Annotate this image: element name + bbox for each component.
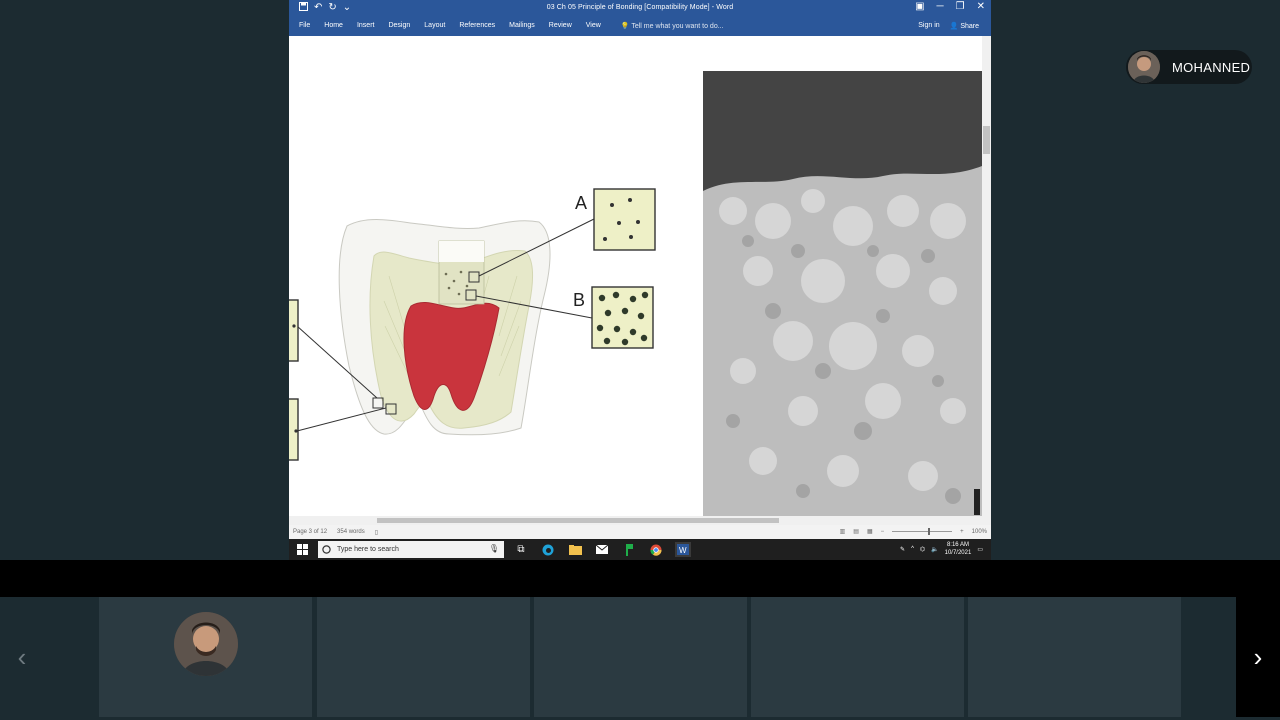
tab-view[interactable]: View [586, 22, 601, 30]
tooth-cross-section-figure: A B [289, 188, 656, 461]
zoom-in-icon[interactable]: + [960, 529, 964, 535]
restore-icon[interactable]: ❐ [956, 1, 965, 12]
status-bar: Page 3 of 12 354 words ▯ ▥ ▤ ▦ − + 100% [289, 525, 991, 539]
tab-insert[interactable]: Insert [357, 22, 375, 30]
tell-me-text: Tell me what you want to do... [631, 23, 724, 30]
chevron-left-icon[interactable]: ‹ [0, 597, 44, 717]
zoom-out-icon[interactable]: − [881, 529, 885, 535]
strip-separator [0, 560, 1280, 597]
figure-label-a: A [575, 193, 587, 213]
participant-tile[interactable] [751, 597, 964, 717]
participant-name: MOHANNED [1172, 60, 1251, 75]
zoom-slider[interactable] [892, 528, 953, 535]
window-controls: ▣ ─ ❐ ✕ [915, 1, 985, 12]
window-title: 03 Ch 05 Principle of Bonding [Compatibi… [546, 4, 734, 11]
system-tray: ✎ ^ ⌬ 🔈 8:16 AM 10/7/2021 ▭ [900, 541, 983, 557]
taskbar-search-box[interactable]: Type here to search 🎙 [318, 541, 504, 558]
share-label: Share [960, 23, 979, 30]
document-page[interactable]: A B [289, 36, 982, 516]
horizontal-scrollbar[interactable] [289, 516, 991, 525]
mail-icon[interactable] [594, 542, 610, 557]
participant-strip: ‹ › [0, 597, 1280, 720]
sem-micrograph-image [703, 71, 982, 516]
tab-file[interactable]: File [299, 22, 310, 30]
taskbar-search-placeholder: Type here to search [337, 546, 399, 553]
horizontal-scroll-thumb[interactable] [377, 518, 779, 523]
participant-tile[interactable] [534, 597, 747, 717]
web-layout-icon[interactable]: ▦ [867, 528, 873, 535]
network-icon[interactable]: ⌬ [920, 546, 925, 553]
cortana-circle-icon [322, 545, 331, 554]
person-icon: 👤 [949, 23, 959, 30]
tab-layout[interactable]: Layout [424, 22, 445, 30]
zoom-level[interactable]: 100% [972, 529, 987, 535]
notification-icon[interactable]: ▭ [977, 546, 983, 553]
volume-icon[interactable]: 🔈 [931, 546, 938, 553]
share-button[interactable]: 👤 Share [950, 22, 979, 30]
tab-review[interactable]: Review [549, 22, 572, 30]
tab-mailings[interactable]: Mailings [509, 22, 535, 30]
windows-start-icon[interactable] [297, 544, 308, 555]
figure-label-b: B [573, 290, 585, 310]
screen-share-area: ↶ ↻ ⌄ 03 Ch 05 Principle of Bonding [Com… [0, 0, 1280, 560]
ribbon-display-options-icon[interactable]: ▣ [915, 1, 924, 12]
read-mode-icon[interactable]: ▥ [840, 528, 846, 535]
minimize-icon[interactable]: ─ [937, 1, 944, 12]
title-bar: ↶ ↻ ⌄ 03 Ch 05 Principle of Bonding [Com… [289, 0, 991, 18]
sign-in-link[interactable]: Sign in [918, 22, 939, 30]
task-view-icon[interactable]: ⧉ [513, 542, 529, 557]
chevron-right-icon[interactable]: › [1236, 597, 1280, 717]
tell-me-box[interactable]: 💡 Tell me what you want to do... [621, 22, 724, 30]
ribbon-tab-bar: File Home Insert Design Layout Reference… [289, 18, 991, 36]
lightbulb-icon: 💡 [620, 23, 630, 30]
green-app-icon[interactable] [621, 542, 637, 557]
print-layout-icon[interactable]: ▤ [853, 528, 859, 535]
edge-icon[interactable] [540, 542, 556, 557]
taskbar-clock[interactable]: 8:16 AM 10/7/2021 [945, 541, 972, 557]
vertical-scrollbar[interactable] [982, 36, 991, 516]
proofing-icon[interactable]: ▯ [375, 529, 378, 536]
avatar [174, 612, 238, 676]
word-window: ↶ ↻ ⌄ 03 Ch 05 Principle of Bonding [Com… [289, 0, 991, 560]
file-explorer-icon[interactable] [567, 542, 583, 557]
tab-design[interactable]: Design [388, 22, 410, 30]
chrome-icon[interactable] [648, 542, 664, 557]
participant-tile[interactable] [968, 597, 1181, 717]
clock-time: 8:16 AM [946, 542, 969, 548]
tab-home[interactable]: Home [324, 22, 343, 30]
word-count[interactable]: 354 words [337, 529, 365, 536]
avatar [1128, 51, 1160, 83]
svg-text:W: W [679, 546, 687, 555]
windows-taskbar: Type here to search 🎙 ⧉ W ✎ ^ ⌬ 🔈 8:16 A… [289, 539, 991, 560]
page-count[interactable]: Page 3 of 12 [293, 529, 327, 536]
active-speaker-pill: MOHANNED [1126, 50, 1252, 84]
vertical-scroll-thumb[interactable] [983, 126, 990, 154]
word-app-icon[interactable]: W [675, 542, 691, 557]
microphone-icon[interactable]: 🎙 [489, 544, 499, 553]
tab-references[interactable]: References [459, 22, 495, 30]
participant-tile[interactable] [99, 597, 312, 717]
pen-icon[interactable]: ✎ [900, 546, 905, 553]
participant-tile[interactable] [317, 597, 530, 717]
clock-date: 10/7/2021 [944, 550, 972, 556]
close-icon[interactable]: ✕ [977, 1, 985, 12]
show-hidden-icons[interactable]: ^ [911, 546, 914, 552]
